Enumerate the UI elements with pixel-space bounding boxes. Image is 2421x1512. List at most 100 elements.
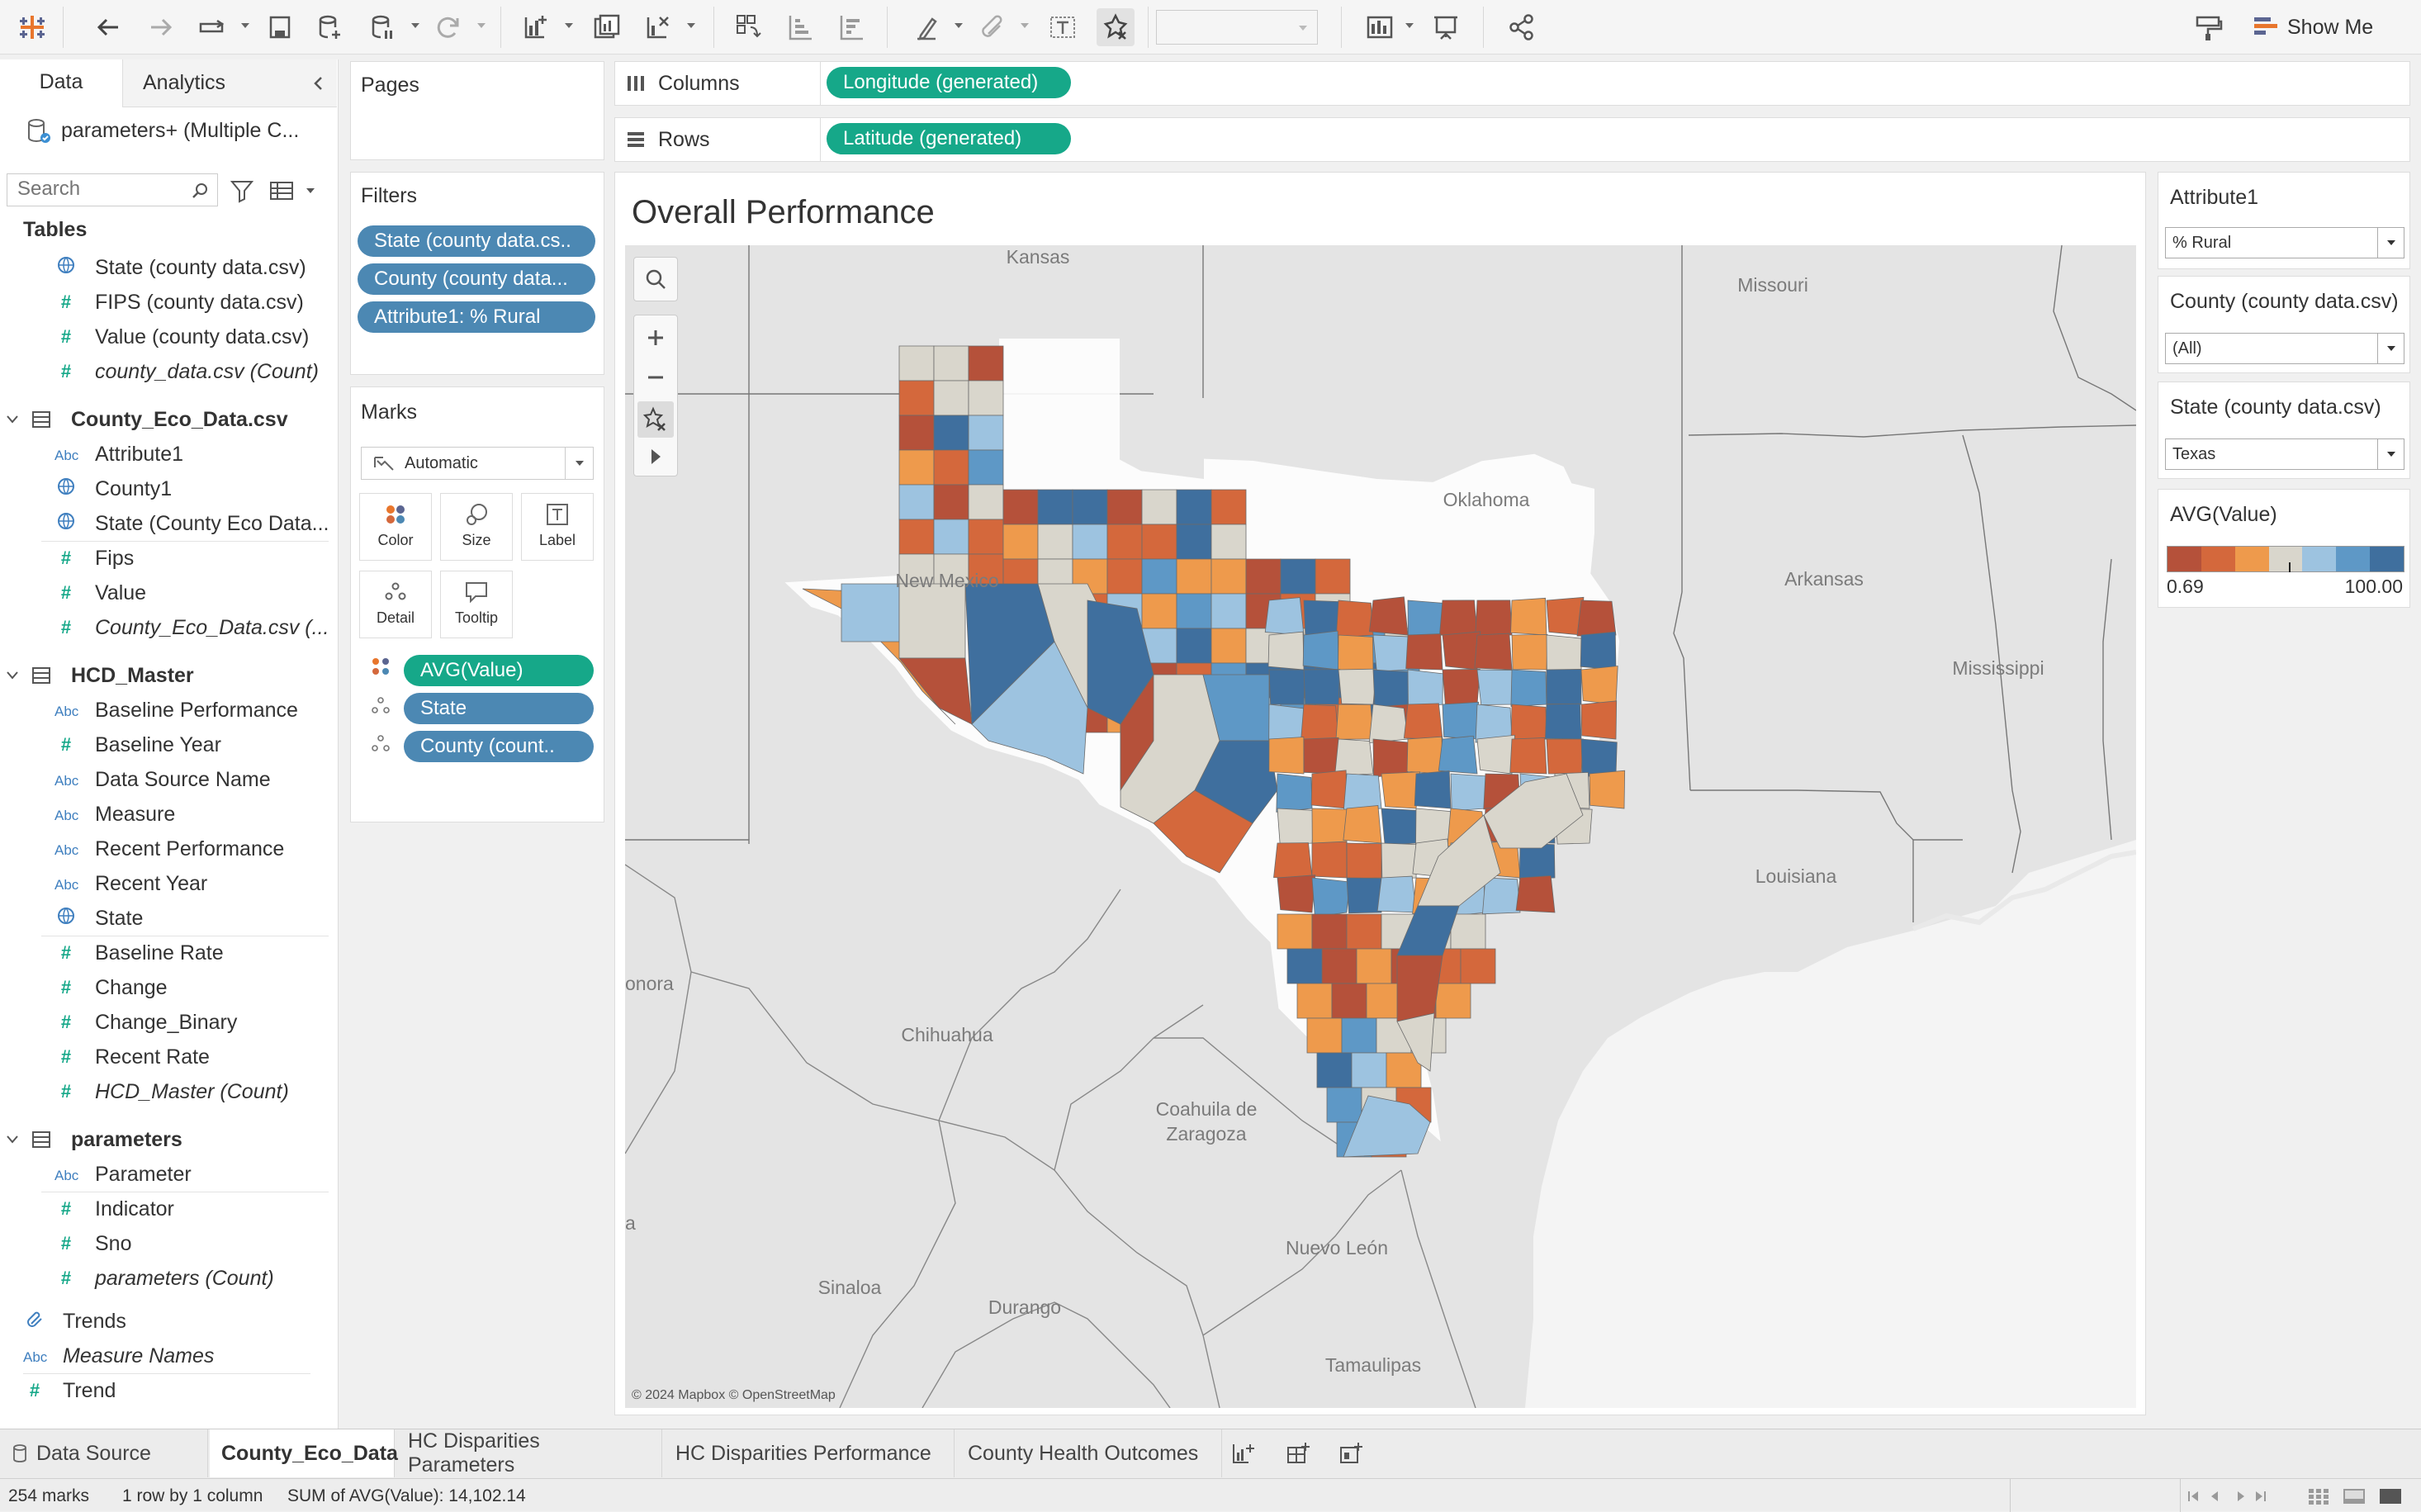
- data-field[interactable]: Abc Baseline Performance: [0, 694, 338, 727]
- data-field[interactable]: State (county data.csv): [0, 251, 338, 284]
- swap-rows-columns-icon[interactable]: [730, 8, 768, 46]
- county-shape[interactable]: [841, 583, 900, 642]
- redo-icon[interactable]: [142, 8, 180, 46]
- sort-ascending-icon[interactable]: [781, 8, 819, 46]
- datasource-item[interactable]: parameters+ (Multiple C...: [25, 114, 299, 147]
- attribute1-dropdown[interactable]: % Rural: [2165, 227, 2404, 258]
- county-shape[interactable]: [968, 484, 1004, 520]
- filter-pill-state[interactable]: State (county data.cs..: [358, 225, 595, 257]
- filters-shelf[interactable]: Filters State (county data.cs.. County (…: [350, 172, 604, 375]
- county-shape[interactable]: [1335, 704, 1374, 740]
- data-field[interactable]: County1: [0, 472, 338, 505]
- data-field[interactable]: Abc Parameter: [0, 1158, 338, 1191]
- county-shape[interactable]: [1546, 738, 1584, 775]
- county-shape[interactable]: [1302, 630, 1339, 671]
- pages-shelf[interactable]: Pages: [350, 61, 604, 160]
- county-shape[interactable]: [1546, 669, 1582, 705]
- county-shape[interactable]: [1343, 804, 1382, 844]
- county-shape[interactable]: [1511, 633, 1548, 671]
- duplicate-sheet-icon[interactable]: [588, 8, 626, 46]
- county-shape[interactable]: [1106, 558, 1143, 595]
- county-shape[interactable]: [1141, 489, 1177, 525]
- data-field[interactable]: # HCD_Master (Count): [0, 1075, 338, 1108]
- county-shape[interactable]: [1510, 669, 1547, 707]
- county-shape[interactable]: [1210, 593, 1247, 629]
- county-shape[interactable]: [1210, 628, 1247, 664]
- county-shape[interactable]: [1439, 600, 1478, 636]
- view-data-icon[interactable]: [269, 180, 294, 201]
- tooltip-button[interactable]: Tooltip: [440, 571, 513, 638]
- data-field[interactable]: Trends: [0, 1305, 338, 1338]
- county-shape[interactable]: [1277, 913, 1313, 950]
- zoom-out-icon[interactable]: [643, 365, 668, 390]
- county-shape[interactable]: [1376, 875, 1417, 913]
- county-shape[interactable]: [1315, 558, 1351, 595]
- new-dashboard-tab-icon[interactable]: [1285, 1441, 1311, 1467]
- county-shape[interactable]: [1338, 634, 1374, 672]
- county-shape[interactable]: [1176, 593, 1212, 629]
- county-shape[interactable]: [1268, 669, 1306, 705]
- share-icon[interactable]: [1503, 8, 1541, 46]
- county-shape[interactable]: [968, 345, 1004, 382]
- data-field[interactable]: # Change_Binary: [0, 1006, 338, 1039]
- county-shape[interactable]: [1264, 597, 1305, 636]
- county-shape[interactable]: [933, 449, 969, 486]
- county-shape[interactable]: [1176, 628, 1212, 664]
- undo-icon[interactable]: [89, 8, 127, 46]
- data-field[interactable]: # Value: [0, 576, 338, 609]
- county-shape[interactable]: [1311, 808, 1348, 845]
- county-shape[interactable]: [1580, 666, 1618, 705]
- county-shape[interactable]: [1296, 983, 1333, 1019]
- data-field[interactable]: # Sno: [0, 1227, 338, 1260]
- group-members-icon[interactable]: [974, 8, 1012, 46]
- data-field[interactable]: State: [0, 902, 338, 935]
- search-input[interactable]: [16, 174, 181, 204]
- county-shape[interactable]: [1368, 596, 1409, 636]
- table-group-header[interactable]: HCD_Master: [0, 657, 338, 694]
- show-mark-labels-icon[interactable]: [1044, 8, 1082, 46]
- county-shape[interactable]: [1435, 983, 1471, 1019]
- county-shape[interactable]: [898, 583, 966, 659]
- county-shape[interactable]: [1141, 593, 1177, 629]
- county-shape[interactable]: [1476, 669, 1517, 705]
- county-shape[interactable]: [1311, 877, 1350, 917]
- county-shape[interactable]: [1481, 877, 1521, 915]
- county-shape[interactable]: [1037, 524, 1073, 560]
- county-shape[interactable]: [1474, 633, 1513, 671]
- county-shape[interactable]: [933, 415, 969, 451]
- county-shape[interactable]: [1438, 735, 1478, 775]
- clear-sheet-icon[interactable]: [639, 8, 677, 46]
- county-shape[interactable]: [1580, 700, 1618, 740]
- tableau-logo-icon[interactable]: [13, 8, 51, 46]
- filter-pill-county[interactable]: County (county data...: [358, 263, 595, 295]
- county-shape[interactable]: [1072, 524, 1108, 560]
- county-shape[interactable]: [933, 345, 969, 382]
- county-shape[interactable]: [1580, 738, 1618, 778]
- show-sheet-tabs-icon[interactable]: [2378, 1487, 2403, 1505]
- county-shape[interactable]: [1303, 600, 1341, 638]
- replay-icon[interactable]: [193, 8, 231, 46]
- fix-axes-icon[interactable]: [1097, 8, 1135, 46]
- county-shape[interactable]: [968, 519, 1004, 555]
- county-shape[interactable]: [1372, 669, 1410, 708]
- detail-button[interactable]: Detail: [359, 571, 432, 638]
- county-shape[interactable]: [933, 380, 969, 416]
- pin-map-button[interactable]: [637, 401, 674, 438]
- county-shape[interactable]: [1589, 770, 1626, 809]
- marks-pill-state[interactable]: State: [404, 693, 594, 724]
- county-shape[interactable]: [1346, 842, 1382, 879]
- label-button[interactable]: Label: [521, 493, 594, 561]
- mark-type-dropdown[interactable]: Automatic: [361, 447, 594, 480]
- county-shape[interactable]: [1311, 913, 1348, 950]
- county-shape[interactable]: [1002, 524, 1039, 560]
- sheet-tab-county-health-outcomes[interactable]: County Health Outcomes: [956, 1429, 1222, 1477]
- county-shape[interactable]: [1326, 1087, 1362, 1123]
- county-shape[interactable]: [1515, 875, 1556, 913]
- tab-data[interactable]: Data: [0, 59, 122, 107]
- new-worksheet-icon[interactable]: [517, 8, 555, 46]
- county-shape[interactable]: [1280, 558, 1316, 595]
- county-shape[interactable]: [1476, 734, 1515, 775]
- zoom-in-icon[interactable]: [643, 325, 668, 350]
- county-shape[interactable]: [1303, 737, 1339, 775]
- county-shape[interactable]: [1405, 633, 1443, 671]
